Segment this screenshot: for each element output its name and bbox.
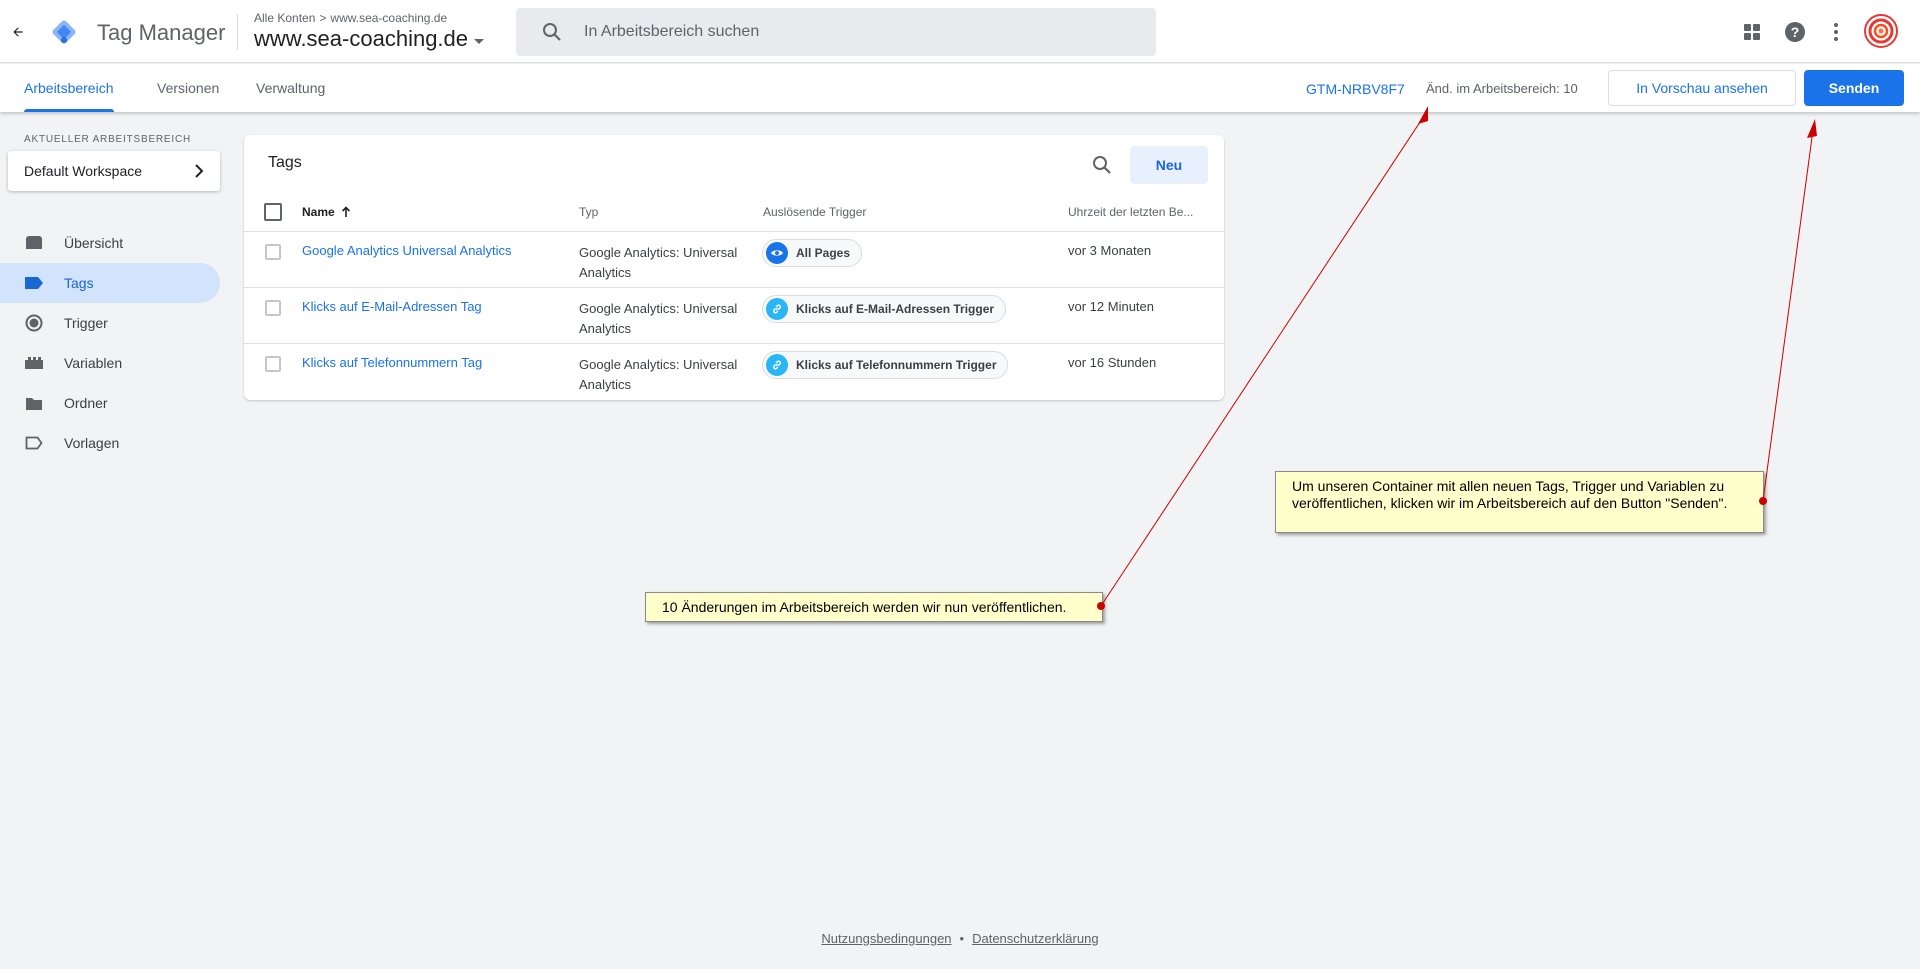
table-row[interactable]: Klicks auf E-Mail-Adressen Tag Google An… [244, 287, 1224, 343]
sidebar-item-label: Vorlagen [64, 435, 120, 451]
tags-card-title: Tags [268, 154, 302, 171]
sidebar-item-label: Ordner [64, 395, 108, 411]
sidebar-item-ordner[interactable]: Ordner [0, 383, 220, 423]
trigger-chip[interactable]: Klicks auf Telefonnummern Trigger [762, 351, 1009, 379]
tag-type: Google Analytics: Universal Analytics [579, 301, 738, 336]
annotation-send-note: Um unseren Container mit allen neuen Tag… [1275, 471, 1764, 533]
privacy-link[interactable]: Datenschutzerklärung [972, 931, 1098, 946]
tag-name-link[interactable]: Google Analytics Universal Analytics [302, 243, 512, 258]
top-app-bar: Tag Manager Alle Konten > www.sea-coachi… [0, 0, 1920, 63]
account-avatar[interactable] [1864, 14, 1898, 48]
terms-link[interactable]: Nutzungsbedingungen [821, 931, 951, 946]
annotation-changes-note: 10 Änderungen im Arbeitsbereich werden w… [645, 592, 1103, 622]
apps-grid-icon[interactable] [1740, 20, 1764, 44]
footer: Nutzungsbedingungen • Datenschutzerkläru… [0, 931, 1920, 946]
column-header-type[interactable]: Typ [579, 205, 598, 219]
trigger-chip[interactable]: Klicks auf E-Mail-Adressen Trigger [762, 295, 1007, 323]
trigger-chip[interactable]: All Pages [762, 239, 863, 267]
sort-ascending-icon [341, 206, 350, 217]
tab-arbeitsbereich[interactable]: Arbeitsbereich [24, 64, 114, 112]
more-vert-icon[interactable] [1824, 20, 1848, 44]
tag-type: Google Analytics: Universal Analytics [579, 245, 738, 280]
column-header-last-edited[interactable]: Uhrzeit der letzten Be... [1068, 205, 1193, 219]
sidebar-item-vorlagen[interactable]: Vorlagen [0, 423, 220, 463]
tag-icon [24, 273, 44, 293]
tag-type: Google Analytics: Universal Analytics [579, 357, 738, 392]
breadcrumb-account[interactable]: Alle Konten [254, 11, 315, 25]
container-selector[interactable]: www.sea-coaching.de [254, 26, 485, 52]
tab-verwaltung[interactable]: Verwaltung [256, 64, 325, 112]
sidebar-item-variablen[interactable]: Variablen [0, 343, 220, 383]
sidebar-item-label: Tags [64, 275, 94, 291]
trigger-chip-label: All Pages [796, 246, 851, 260]
send-button[interactable]: Senden [1804, 70, 1904, 106]
sidebar-item-label: Trigger [64, 315, 108, 331]
sidebar-item-label: Variablen [64, 355, 123, 371]
overview-icon [24, 233, 44, 253]
chevron-right-icon [195, 164, 204, 178]
trigger-chip-label: Klicks auf Telefonnummern Trigger [796, 358, 997, 372]
table-row[interactable]: Google Analytics Universal Analytics Goo… [244, 231, 1224, 287]
container-name: www.sea-coaching.de [254, 26, 469, 51]
footer-separator: • [959, 931, 965, 946]
search-icon [543, 23, 561, 41]
breadcrumb[interactable]: Alle Konten > www.sea-coaching.de [254, 11, 447, 25]
sidebar-item-uebersicht[interactable]: Übersicht [0, 223, 220, 263]
workspace-changes-count: Änd. im Arbeitsbereich: 10 [1426, 81, 1578, 96]
column-header-label: Name [302, 205, 335, 219]
current-workspace-label: AKTUELLER ARBEITSBEREICH [24, 134, 192, 145]
preview-button[interactable]: In Vorschau ansehen [1608, 70, 1796, 106]
workspace-subnav: Arbeitsbereich Versionen Verwaltung GTM-… [0, 64, 1920, 112]
last-edited-time: vor 12 Minuten [1068, 299, 1154, 314]
search-icon[interactable] [1090, 153, 1114, 177]
link-icon [766, 298, 788, 320]
sidebar-item-trigger[interactable]: Trigger [0, 303, 220, 343]
table-row[interactable]: Klicks auf Telefonnummern Tag Google Ana… [244, 343, 1224, 399]
row-checkbox[interactable] [265, 356, 281, 372]
last-edited-time: vor 3 Monaten [1068, 243, 1152, 258]
back-arrow-icon[interactable] [6, 20, 30, 44]
last-edited-time: vor 16 Stunden [1068, 355, 1157, 370]
variables-icon [24, 353, 44, 373]
svg-text:?: ? [1791, 24, 1800, 40]
row-checkbox[interactable] [265, 244, 281, 260]
sidebar-item-tags[interactable]: Tags [0, 263, 220, 303]
app-title: Tag Manager [97, 20, 226, 45]
select-all-checkbox[interactable] [264, 203, 282, 221]
new-tag-button[interactable]: Neu [1130, 146, 1208, 184]
column-header-name[interactable]: Name [302, 205, 351, 219]
tag-name-link[interactable]: Klicks auf Telefonnummern Tag [302, 355, 482, 370]
help-icon[interactable]: ? [1783, 20, 1807, 44]
workspace-search[interactable] [516, 8, 1156, 56]
trigger-chip-label: Klicks auf E-Mail-Adressen Trigger [796, 302, 995, 316]
column-header-trigger[interactable]: Auslösende Trigger [763, 205, 866, 219]
folder-icon [24, 393, 44, 413]
tag-name-link[interactable]: Klicks auf E-Mail-Adressen Tag [302, 299, 482, 314]
eye-icon [766, 242, 788, 264]
search-input[interactable] [584, 23, 1124, 41]
sidebar-item-label: Übersicht [64, 235, 124, 251]
dropdown-caret-icon [474, 38, 485, 44]
tab-versionen[interactable]: Versionen [157, 64, 219, 112]
chevron-right-icon: > [319, 11, 327, 25]
trigger-icon [24, 313, 44, 333]
workspace-selector[interactable]: Default Workspace [8, 151, 220, 191]
row-checkbox[interactable] [265, 300, 281, 316]
tags-table-card: Tags Neu Name Typ Auslösende Trigger Uhr… [244, 135, 1224, 400]
breadcrumb-container[interactable]: www.sea-coaching.de [330, 11, 447, 25]
header-divider [237, 14, 238, 50]
arrowhead-icon [1807, 119, 1817, 138]
workspace-name: Default Workspace [24, 163, 143, 179]
tag-manager-logo-icon[interactable] [49, 17, 79, 47]
annotation-arrow-send [1762, 129, 1814, 502]
container-id-link[interactable]: GTM-NRBV8F7 [1306, 81, 1405, 97]
link-icon [766, 354, 788, 376]
template-icon [24, 433, 44, 453]
